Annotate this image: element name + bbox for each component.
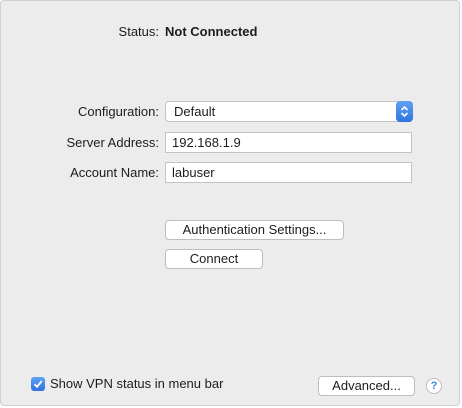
vpn-settings-panel: Status: Not Connected Configuration: Def… xyxy=(0,0,460,406)
authentication-settings-button[interactable]: Authentication Settings... xyxy=(165,220,344,240)
account-name-label: Account Name: xyxy=(70,165,159,180)
configuration-select[interactable]: Default xyxy=(165,101,413,122)
checkmark-icon xyxy=(33,380,43,389)
show-vpn-status-checkbox[interactable] xyxy=(31,377,45,391)
advanced-button[interactable]: Advanced... xyxy=(318,376,415,396)
account-name-field[interactable]: labuser xyxy=(165,162,412,183)
status-label: Status: xyxy=(118,24,159,39)
updown-chevron-icon xyxy=(396,101,413,122)
server-address-label: Server Address: xyxy=(66,135,160,150)
connect-button[interactable]: Connect xyxy=(165,249,263,269)
help-icon[interactable]: ? xyxy=(426,378,442,394)
status-value: Not Connected xyxy=(165,24,258,39)
configuration-select-value: Default xyxy=(174,104,216,119)
configuration-label: Configuration: xyxy=(78,104,159,119)
show-vpn-status-label: Show VPN status in menu bar xyxy=(50,376,224,391)
server-address-field[interactable]: 192.168.1.9 xyxy=(165,132,412,153)
